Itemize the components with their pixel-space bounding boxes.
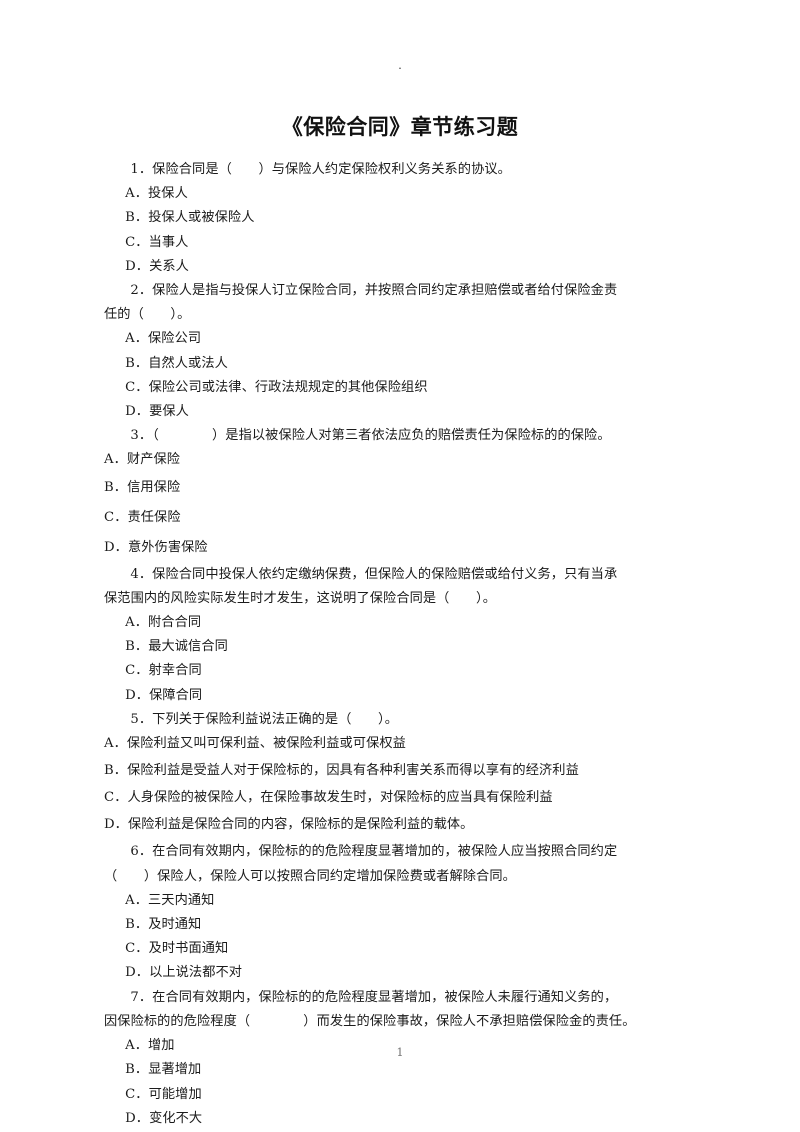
question-option[interactable]: A．财产保险: [104, 448, 696, 472]
question-option[interactable]: C．人身保险的被保险人，在保险事故发生时，对保险标的应当具有保险利益: [104, 786, 696, 810]
question-option[interactable]: C．当事人: [104, 231, 696, 255]
question-stem: 6．在合同有效期内，保险标的的危险程度显著增加的，被保险人应当按照合同约定: [130, 844, 618, 860]
question-option[interactable]: B．最大诚信合同: [104, 635, 696, 659]
question-option[interactable]: B．及时通知: [104, 913, 696, 937]
question-stem-continued: 任的（ ）。: [104, 307, 191, 323]
question-option[interactable]: B．保险利益是受益人对于保险标的，因具有各种利害关系而得以享有的经济利益: [104, 756, 696, 786]
question-option[interactable]: D．保障合同: [104, 684, 696, 708]
question-option[interactable]: D．变化不大: [104, 1107, 696, 1131]
question-option[interactable]: B．信用保险: [104, 473, 696, 503]
question-option[interactable]: A．保险公司: [104, 327, 696, 351]
question-block-5: 5．下列关于保险利益说法正确的是（ ）。 A．保险利益又叫可保利益、被保险利益或…: [104, 708, 696, 841]
question-stem: 7．在合同有效期内，保险标的的危险程度显著增加，被保险人未履行通知义务的，: [130, 989, 618, 1005]
question-option[interactable]: A．投保人: [104, 182, 696, 206]
document-page: . 《保险合同》章节练习题 1．保险合同是（ ）与保险人约定保险权利义务关系的协…: [0, 0, 800, 1132]
question-block-1: 1．保险合同是（ ）与保险人约定保险权利义务关系的协议。 A．投保人 B．投保人…: [104, 158, 696, 279]
footer-page-number: 1: [396, 1046, 404, 1059]
question-block-4: 4．保险合同中投保人依约定缴纳保费，但保险人的保险赔偿或给付义务，只有当承 保范…: [104, 563, 696, 708]
question-option[interactable]: B．自然人或法人: [104, 352, 696, 376]
question-option[interactable]: D．要保人: [104, 400, 696, 424]
question-option[interactable]: D．关系人: [104, 255, 696, 279]
question-stem: 1．保险合同是（ ）与保险人约定保险权利义务关系的协议。: [130, 162, 511, 177]
question-stem: 2．保险人是指与投保人订立保险合同，并按照合同约定承担赔偿或者给付保险金责: [130, 283, 618, 299]
question-option[interactable]: D．保险利益是保险合同的内容，保险标的是保险利益的载体。: [104, 810, 696, 840]
question-block-2: 2．保险人是指与投保人订立保险合同，并按照合同约定承担赔偿或者给付保险金责 任的…: [104, 279, 696, 424]
question-option[interactable]: C．及时书面通知: [104, 937, 696, 961]
question-block-6: 6．在合同有效期内，保险标的的危险程度显著增加的，被保险人应当按照合同约定 （ …: [104, 840, 696, 985]
question-option[interactable]: A．三天内通知: [104, 889, 696, 913]
header-mark: .: [398, 59, 402, 72]
question-list: 1．保险合同是（ ）与保险人约定保险权利义务关系的协议。 A．投保人 B．投保人…: [104, 158, 696, 1132]
question-option[interactable]: C．射幸合同: [104, 659, 696, 683]
question-option[interactable]: C．责任保险: [104, 503, 696, 533]
question-stem: 4．保险合同中投保人依约定缴纳保费，但保险人的保险赔偿或给付义务，只有当承: [130, 566, 618, 582]
question-option[interactable]: D．以上说法都不对: [104, 961, 696, 985]
question-stem-continued: 保范围内的风险实际发生时才发生，这说明了保险合同是（ ）。: [104, 590, 497, 606]
question-stem-continued: （ ）保险人，保险人可以按照合同约定增加保险费或者解除合同。: [104, 868, 516, 884]
question-stem-continued: 因保险标的的危险程度（ ）而发生的保险事故，保险人不承担赔偿保险金的责任。: [104, 1013, 636, 1029]
question-option[interactable]: A．附合合同: [104, 611, 696, 635]
question-block-3: 3．（ ）是指以被保险人对第三者依法应负的赔偿责任为保险标的的保险。 A．财产保…: [104, 424, 696, 562]
question-option[interactable]: B．显著增加: [104, 1058, 696, 1082]
question-option[interactable]: D．意外伤害保险: [104, 533, 696, 563]
page-title: 《保险合同》章节练习题: [281, 114, 519, 140]
question-option[interactable]: C．可能增加: [104, 1083, 696, 1107]
question-option[interactable]: C．保险公司或法律、行政法规规定的其他保险组织: [104, 376, 696, 400]
question-stem: 3．（ ）是指以被保险人对第三者依法应负的赔偿责任为保险标的的保险。: [130, 428, 611, 444]
question-stem: 5．下列关于保险利益说法正确的是（ ）。: [130, 711, 399, 727]
question-option[interactable]: B．投保人或被保险人: [104, 206, 696, 230]
question-option[interactable]: A．保险利益又叫可保利益、被保险利益或可保权益: [104, 732, 696, 756]
